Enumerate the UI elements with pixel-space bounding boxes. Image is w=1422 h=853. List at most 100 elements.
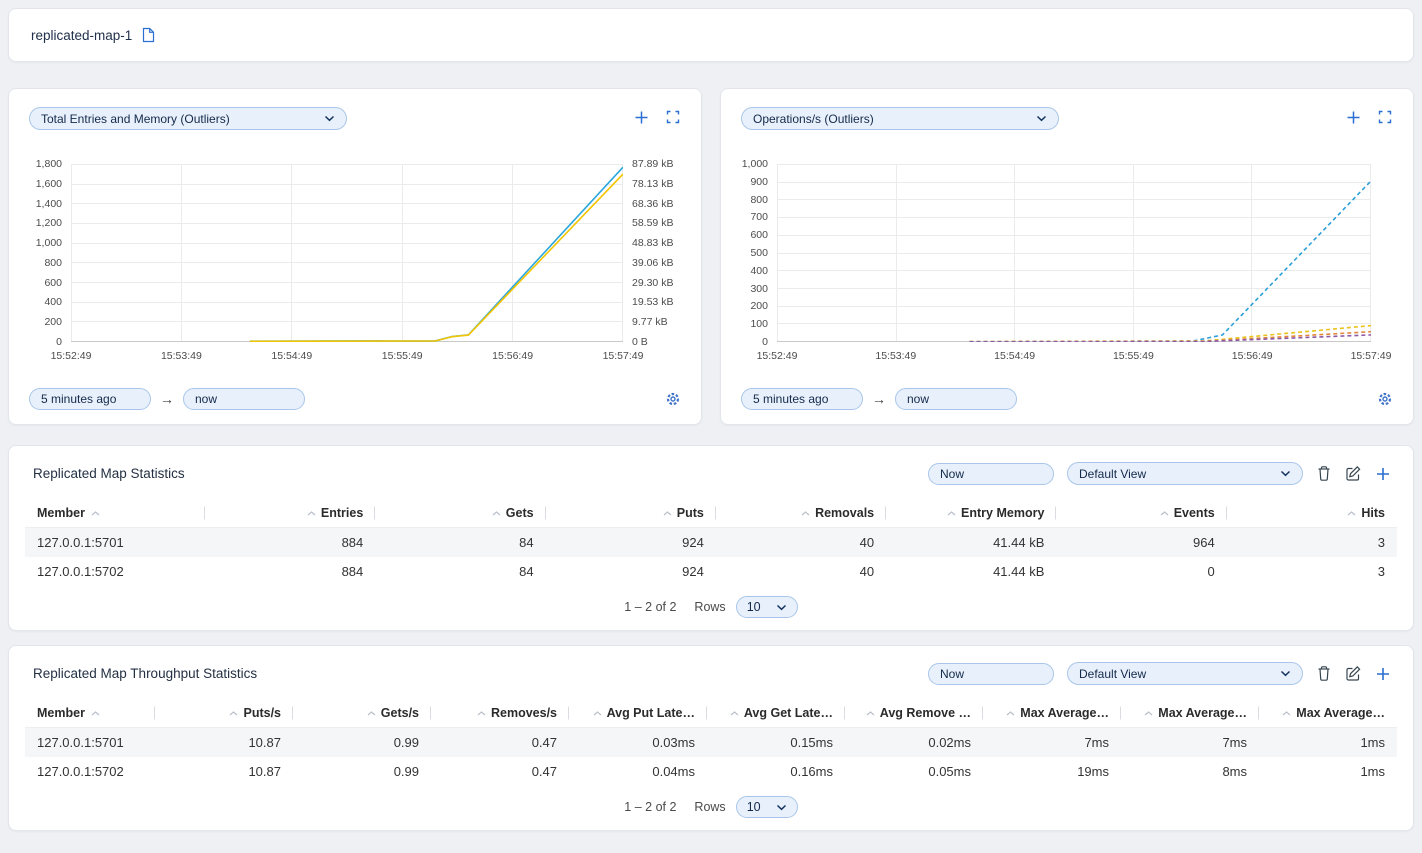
edit-view-button[interactable] bbox=[1345, 665, 1362, 682]
column-header-removes-s[interactable]: Removes/s bbox=[431, 699, 569, 728]
axis-tick: 58.59 kB bbox=[632, 217, 673, 229]
axis-tick: 78.13 kB bbox=[632, 178, 673, 190]
add-widget-button[interactable] bbox=[1375, 466, 1391, 482]
rows-per-page-select[interactable]: 10 bbox=[736, 796, 798, 818]
chart-metric-select[interactable]: Total Entries and Memory (Outliers) bbox=[29, 107, 347, 130]
sort-caret-icon bbox=[492, 511, 501, 516]
chart-footer: 5 minutes ago → now bbox=[29, 388, 681, 410]
expand-chart-button[interactable] bbox=[1377, 109, 1393, 125]
y-axis-right bbox=[1371, 164, 1393, 342]
gear-icon bbox=[1377, 391, 1393, 407]
axis-tick: 68.36 kB bbox=[632, 198, 673, 210]
rows-per-page-value: 10 bbox=[747, 600, 761, 614]
column-header-events[interactable]: Events bbox=[1056, 499, 1226, 528]
rows-label: Rows bbox=[694, 600, 725, 614]
view-select[interactable]: Default View bbox=[1067, 662, 1303, 685]
axis-tick: 100 bbox=[750, 318, 768, 330]
chart-actions bbox=[1346, 109, 1393, 125]
axis-tick: 15:52:49 bbox=[51, 350, 92, 362]
chevron-down-icon bbox=[324, 115, 335, 122]
column-header-max-average[interactable]: Max Average… bbox=[1259, 699, 1397, 728]
sort-caret-icon bbox=[1144, 711, 1153, 716]
entries-memory-chart: 1,8001,6001,4001,2001,0008006004002000 8… bbox=[29, 164, 681, 364]
column-header-entries[interactable]: Entries bbox=[205, 499, 375, 528]
sort-caret-icon bbox=[477, 711, 486, 716]
pagination: 1 – 2 of 2 Rows 10 bbox=[25, 796, 1397, 818]
add-chart-button[interactable] bbox=[1346, 110, 1361, 125]
sort-caret-icon bbox=[1160, 511, 1169, 516]
chart-settings-button[interactable] bbox=[665, 391, 681, 407]
column-header-max-average[interactable]: Max Average… bbox=[983, 699, 1121, 728]
pagination: 1 – 2 of 2 Rows 10 bbox=[25, 596, 1397, 618]
operations-chart-card: Operations/s (Outliers) 1,00090080070060… bbox=[720, 88, 1414, 425]
time-to-input[interactable]: now bbox=[895, 388, 1017, 410]
chevron-down-icon bbox=[1280, 470, 1291, 477]
series-purple-dashed bbox=[970, 335, 1372, 342]
add-widget-button[interactable] bbox=[1375, 666, 1391, 682]
edit-view-button[interactable] bbox=[1345, 465, 1362, 482]
column-header-entry-memory[interactable]: Entry Memory bbox=[886, 499, 1056, 528]
config-document-button[interactable] bbox=[141, 27, 155, 43]
column-header-hits[interactable]: Hits bbox=[1227, 499, 1397, 528]
table-card-header: Replicated Map Throughput Statistics Now… bbox=[25, 662, 1397, 685]
view-select[interactable]: Default View bbox=[1067, 462, 1303, 485]
entries-memory-chart-card: Total Entries and Memory (Outliers) 1,80… bbox=[8, 88, 702, 425]
axis-tick: 0 B bbox=[632, 336, 648, 348]
axis-tick: 1,200 bbox=[36, 217, 62, 229]
trash-icon bbox=[1316, 465, 1332, 482]
expand-icon bbox=[1377, 109, 1393, 125]
y-axis-left: 1,0009008007006005004003002001000 bbox=[741, 164, 777, 342]
time-from-input[interactable]: 5 minutes ago bbox=[29, 388, 151, 410]
time-to-input[interactable]: now bbox=[183, 388, 305, 410]
cell: 884 bbox=[205, 528, 375, 558]
cell: 127.0.0.1:5701 bbox=[25, 728, 155, 758]
axis-tick: 15:57:49 bbox=[1351, 350, 1392, 362]
axis-tick: 19.53 kB bbox=[632, 296, 673, 308]
sort-caret-icon bbox=[801, 511, 810, 516]
column-header-gets-s[interactable]: Gets/s bbox=[293, 699, 431, 728]
series-total-entries bbox=[250, 167, 623, 341]
axis-tick: 900 bbox=[750, 176, 768, 188]
chevron-down-icon bbox=[776, 604, 787, 611]
axis-tick: 200 bbox=[44, 316, 62, 328]
cell: 10.87 bbox=[155, 728, 293, 758]
view-select-value: Default View bbox=[1079, 467, 1146, 481]
column-header-avg-put-late[interactable]: Avg Put Late… bbox=[569, 699, 707, 728]
cell: 127.0.0.1:5702 bbox=[25, 757, 155, 786]
series-blue-dashed bbox=[970, 181, 1372, 342]
delete-view-button[interactable] bbox=[1316, 465, 1332, 482]
time-filter-input[interactable]: Now bbox=[928, 463, 1054, 485]
axis-tick: 800 bbox=[750, 194, 768, 206]
axis-tick: 87.89 kB bbox=[632, 158, 673, 170]
column-header-avg-get-late[interactable]: Avg Get Late… bbox=[707, 699, 845, 728]
rows-per-page-select[interactable]: 10 bbox=[736, 596, 798, 618]
axis-tick: 9.77 kB bbox=[632, 316, 668, 328]
column-header-max-average[interactable]: Max Average… bbox=[1121, 699, 1259, 728]
axis-tick: 0 bbox=[762, 336, 768, 348]
replicated-map-throughput-card: Replicated Map Throughput Statistics Now… bbox=[8, 645, 1414, 831]
axis-tick: 400 bbox=[44, 296, 62, 308]
chart-settings-button[interactable] bbox=[1377, 391, 1393, 407]
delete-view-button[interactable] bbox=[1316, 665, 1332, 682]
cell: 84 bbox=[375, 557, 545, 586]
add-chart-button[interactable] bbox=[634, 110, 649, 125]
time-from-input[interactable]: 5 minutes ago bbox=[741, 388, 863, 410]
time-filter-input[interactable]: Now bbox=[928, 663, 1054, 685]
column-header-gets[interactable]: Gets bbox=[375, 499, 545, 528]
column-header-avg-remove[interactable]: Avg Remove … bbox=[845, 699, 983, 728]
cell: 0.03ms bbox=[569, 728, 707, 758]
column-header-member[interactable]: Member bbox=[25, 499, 205, 528]
plus-icon bbox=[1346, 110, 1361, 125]
chart-metric-select[interactable]: Operations/s (Outliers) bbox=[741, 107, 1059, 130]
chart-header: Operations/s (Outliers) bbox=[741, 107, 1393, 130]
cell: 884 bbox=[205, 557, 375, 586]
chart-actions bbox=[634, 109, 681, 125]
cell: 8ms bbox=[1121, 757, 1259, 786]
column-header-member[interactable]: Member bbox=[25, 699, 155, 728]
axis-tick: 15:53:49 bbox=[875, 350, 916, 362]
expand-chart-button[interactable] bbox=[665, 109, 681, 125]
cell: 40 bbox=[716, 557, 886, 586]
column-header-puts[interactable]: Puts bbox=[546, 499, 716, 528]
column-header-removals[interactable]: Removals bbox=[716, 499, 886, 528]
column-header-puts-s[interactable]: Puts/s bbox=[155, 699, 293, 728]
